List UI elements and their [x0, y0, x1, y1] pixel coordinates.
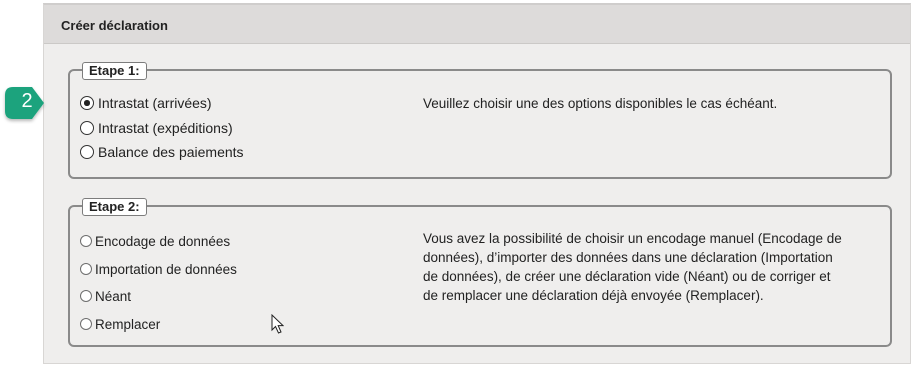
panel-header: Créer déclaration — [44, 5, 910, 44]
radio-replace[interactable] — [80, 318, 92, 330]
option-label: Balance des paiements — [98, 144, 244, 160]
radio-nil-return[interactable] — [80, 290, 92, 302]
option-label: Remplacer — [95, 316, 161, 332]
option-data-entry[interactable]: Encodage de données — [80, 231, 230, 251]
step-2-fieldset: Etape 2: Encodage de données Importation… — [68, 198, 892, 347]
step-1-legend: Etape 1: — [82, 62, 147, 80]
step-1-help-text: Veuillez choisir une des options disponi… — [423, 96, 778, 111]
option-data-import[interactable]: Importation de données — [80, 259, 237, 279]
option-label: Importation de données — [95, 261, 237, 277]
option-label: Encodage de données — [95, 233, 231, 249]
radio-data-import[interactable] — [80, 263, 92, 275]
option-intrastat-arrivals[interactable]: Intrastat (arrivées) — [80, 93, 212, 113]
option-label: Intrastat (arrivées) — [98, 95, 212, 111]
option-intrastat-shipments[interactable]: Intrastat (expéditions) — [80, 118, 233, 138]
step-badge-icon — [5, 87, 44, 119]
step-1-fieldset: Etape 1: Intrastat (arrivées) Intrastat … — [68, 62, 892, 179]
option-balance-of-payments[interactable]: Balance des paiements — [80, 142, 244, 162]
option-nil-return[interactable]: Néant — [80, 286, 131, 306]
radio-selected-dot — [84, 100, 90, 106]
radio-intrastat-arrivals[interactable] — [80, 96, 94, 110]
radio-balance-of-payments[interactable] — [80, 145, 94, 159]
step-2-legend: Etape 2: — [82, 198, 147, 216]
option-label: Néant — [95, 288, 132, 304]
option-label: Intrastat (expéditions) — [98, 120, 233, 136]
panel-title: Créer déclaration — [61, 18, 168, 33]
radio-intrastat-shipments[interactable] — [80, 121, 94, 135]
step-2-help-text: Vous avez la possibilité de choisir un e… — [423, 231, 842, 303]
radio-data-entry[interactable] — [80, 235, 92, 247]
option-replace[interactable]: Remplacer — [80, 314, 160, 334]
